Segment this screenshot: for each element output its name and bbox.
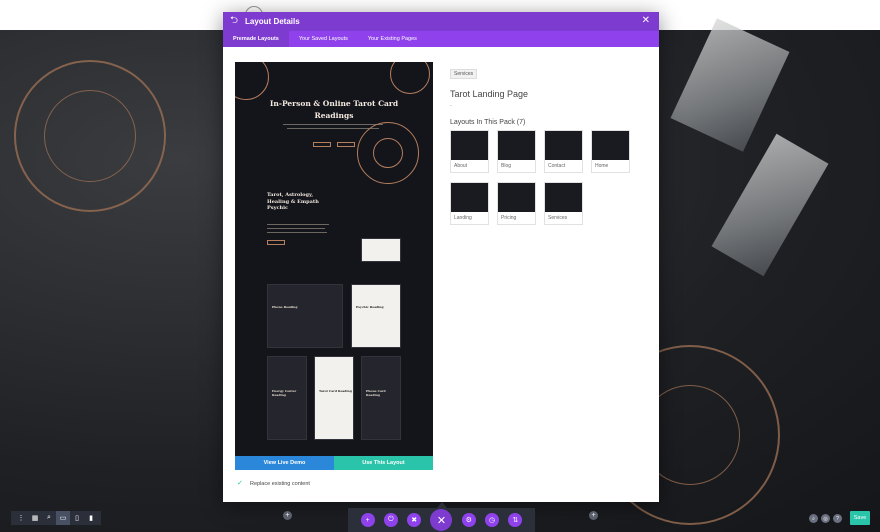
layout-thumb-label: Services — [548, 215, 568, 221]
layout-thumb-image — [545, 183, 582, 212]
layout-description: - — [450, 103, 452, 109]
layout-thumb-image — [498, 131, 535, 160]
builder-center-toolbar: + ⏻ ✖ ✕ ⚙ ◷ ⇅ — [348, 508, 535, 532]
use-this-layout-button[interactable]: Use This Layout — [334, 456, 433, 470]
layout-thumb-about[interactable]: About — [450, 130, 489, 173]
layout-thumb-landing[interactable]: Landing — [450, 182, 489, 225]
builder-left-toolbar: ⋮ ▦ ⌕ ▭ ▯ ▮ — [11, 511, 101, 525]
preview-card-title: Psychic Reading — [356, 305, 384, 309]
preview-mandala-icon — [390, 62, 430, 94]
layout-thumb-pricing[interactable]: Pricing — [497, 182, 536, 225]
preview-card: Tarot Card Reading — [314, 356, 354, 440]
layout-thumb-label: Home — [595, 163, 609, 169]
settings-icon[interactable]: ⚙ — [461, 513, 476, 527]
phone-view-icon[interactable]: ▮ — [84, 511, 98, 525]
preview-card-title: Energy Center Reading — [272, 389, 297, 397]
layout-thumb-blog[interactable]: Blog — [497, 130, 536, 173]
save-button[interactable]: Save — [850, 511, 870, 525]
replace-content-label: Replace existing content — [250, 480, 310, 487]
preview-section-title: Tarot, Astrology, Healing & Empath Psych… — [267, 192, 319, 211]
preview-card-title: Phone Reading — [272, 305, 298, 309]
tab-premade-layouts[interactable]: Premade Layouts — [223, 31, 289, 47]
tab-saved-layouts[interactable]: Your Saved Layouts — [289, 31, 358, 47]
preview-card-title: Phone Card Reading — [366, 389, 386, 397]
layout-thumb-image — [592, 131, 629, 160]
preview-text-line — [267, 228, 325, 229]
layout-thumb-image — [451, 131, 488, 160]
layout-thumb-services[interactable]: Services — [544, 182, 583, 225]
category-tag[interactable]: Services — [450, 69, 478, 79]
layout-thumb-label: Landing — [454, 215, 472, 221]
preview-mandala-icon — [373, 138, 403, 168]
search-icon[interactable]: ⌕ — [809, 514, 818, 523]
layout-thumb-label: Contact — [548, 163, 566, 169]
desktop-view-icon[interactable]: ▭ — [56, 511, 70, 525]
layout-thumb-image — [451, 183, 488, 212]
menu-dots-icon[interactable]: ⋮ — [14, 511, 28, 525]
preview-card: Psychic Reading — [351, 284, 401, 348]
layout-preview-image[interactable]: In-Person & Online Tarot Card Readings T… — [235, 62, 433, 470]
preview-mandala-icon — [235, 62, 269, 100]
preview-text-line — [267, 224, 329, 225]
pack-layouts-grid: About Blog Contact Home Landing Pricing — [450, 130, 650, 225]
close-toolbar-icon[interactable]: ✕ — [430, 509, 453, 531]
power-icon[interactable]: ⏻ — [383, 513, 398, 527]
help-icon[interactable]: ? — [833, 514, 842, 523]
add-section-button-right[interactable]: + — [589, 511, 598, 520]
preview-text-line — [287, 128, 379, 129]
preview-hero-title: In-Person & Online Tarot Card Readings — [269, 99, 399, 120]
layout-thumb-image — [498, 183, 535, 212]
add-section-button-left[interactable]: + — [283, 511, 292, 520]
preview-text-line — [283, 124, 383, 125]
history-icon[interactable]: ◷ — [485, 513, 500, 527]
preview-card — [361, 238, 401, 262]
tab-existing-pages[interactable]: Your Existing Pages — [358, 31, 427, 47]
preview-card: Phone Reading — [267, 284, 343, 348]
pack-title: Layouts In This Pack (7) — [450, 119, 526, 126]
layout-tabs: Premade Layouts Your Saved Layouts Your … — [223, 31, 659, 47]
preview-button — [313, 142, 331, 147]
layers-icon[interactable]: ◎ — [821, 514, 830, 523]
checkmark-icon[interactable]: ✓ — [237, 480, 244, 487]
layout-thumb-label: About — [454, 163, 468, 169]
layout-name: Tarot Landing Page — [450, 89, 529, 99]
zoom-icon[interactable]: ⌕ — [42, 511, 56, 525]
modal-title: Layout Details — [245, 17, 300, 26]
mandala-decoration-left-inner — [44, 90, 136, 182]
preview-button — [337, 142, 355, 147]
preview-card: Energy Center Reading — [267, 356, 307, 440]
layout-info-panel: Services Tarot Landing Page - Layouts In… — [450, 62, 650, 225]
preview-card: Phone Card Reading — [361, 356, 401, 440]
preview-text-line — [267, 232, 327, 233]
preview-card-title: Tarot Card Reading — [319, 389, 352, 393]
layout-thumb-home[interactable]: Home — [591, 130, 630, 173]
back-arrow-icon[interactable]: ⮌ — [223, 12, 245, 31]
builder-right-toolbar: ⌕ ◎ ? — [809, 514, 842, 523]
layout-thumb-contact[interactable]: Contact — [544, 130, 583, 173]
tablet-view-icon[interactable]: ▯ — [70, 511, 84, 525]
layout-thumb-label: Pricing — [501, 215, 517, 221]
preview-button — [267, 240, 285, 245]
layout-details-modal: ⮌ Layout Details ✕ Premade Layouts Your … — [223, 12, 659, 502]
view-live-demo-button[interactable]: View Live Demo — [235, 456, 334, 470]
wireframe-icon[interactable]: ▦ — [28, 511, 42, 525]
layout-thumb-label: Blog — [501, 163, 512, 169]
modal-header: ⮌ Layout Details ✕ — [223, 12, 659, 31]
replace-content-option[interactable]: ✓ Replace existing content — [237, 480, 310, 487]
trash-icon[interactable]: ✖ — [407, 513, 422, 527]
close-icon[interactable]: ✕ — [642, 16, 650, 26]
add-icon[interactable]: + — [360, 513, 375, 527]
layout-thumb-image — [545, 131, 582, 160]
portability-icon[interactable]: ⇅ — [508, 513, 523, 527]
